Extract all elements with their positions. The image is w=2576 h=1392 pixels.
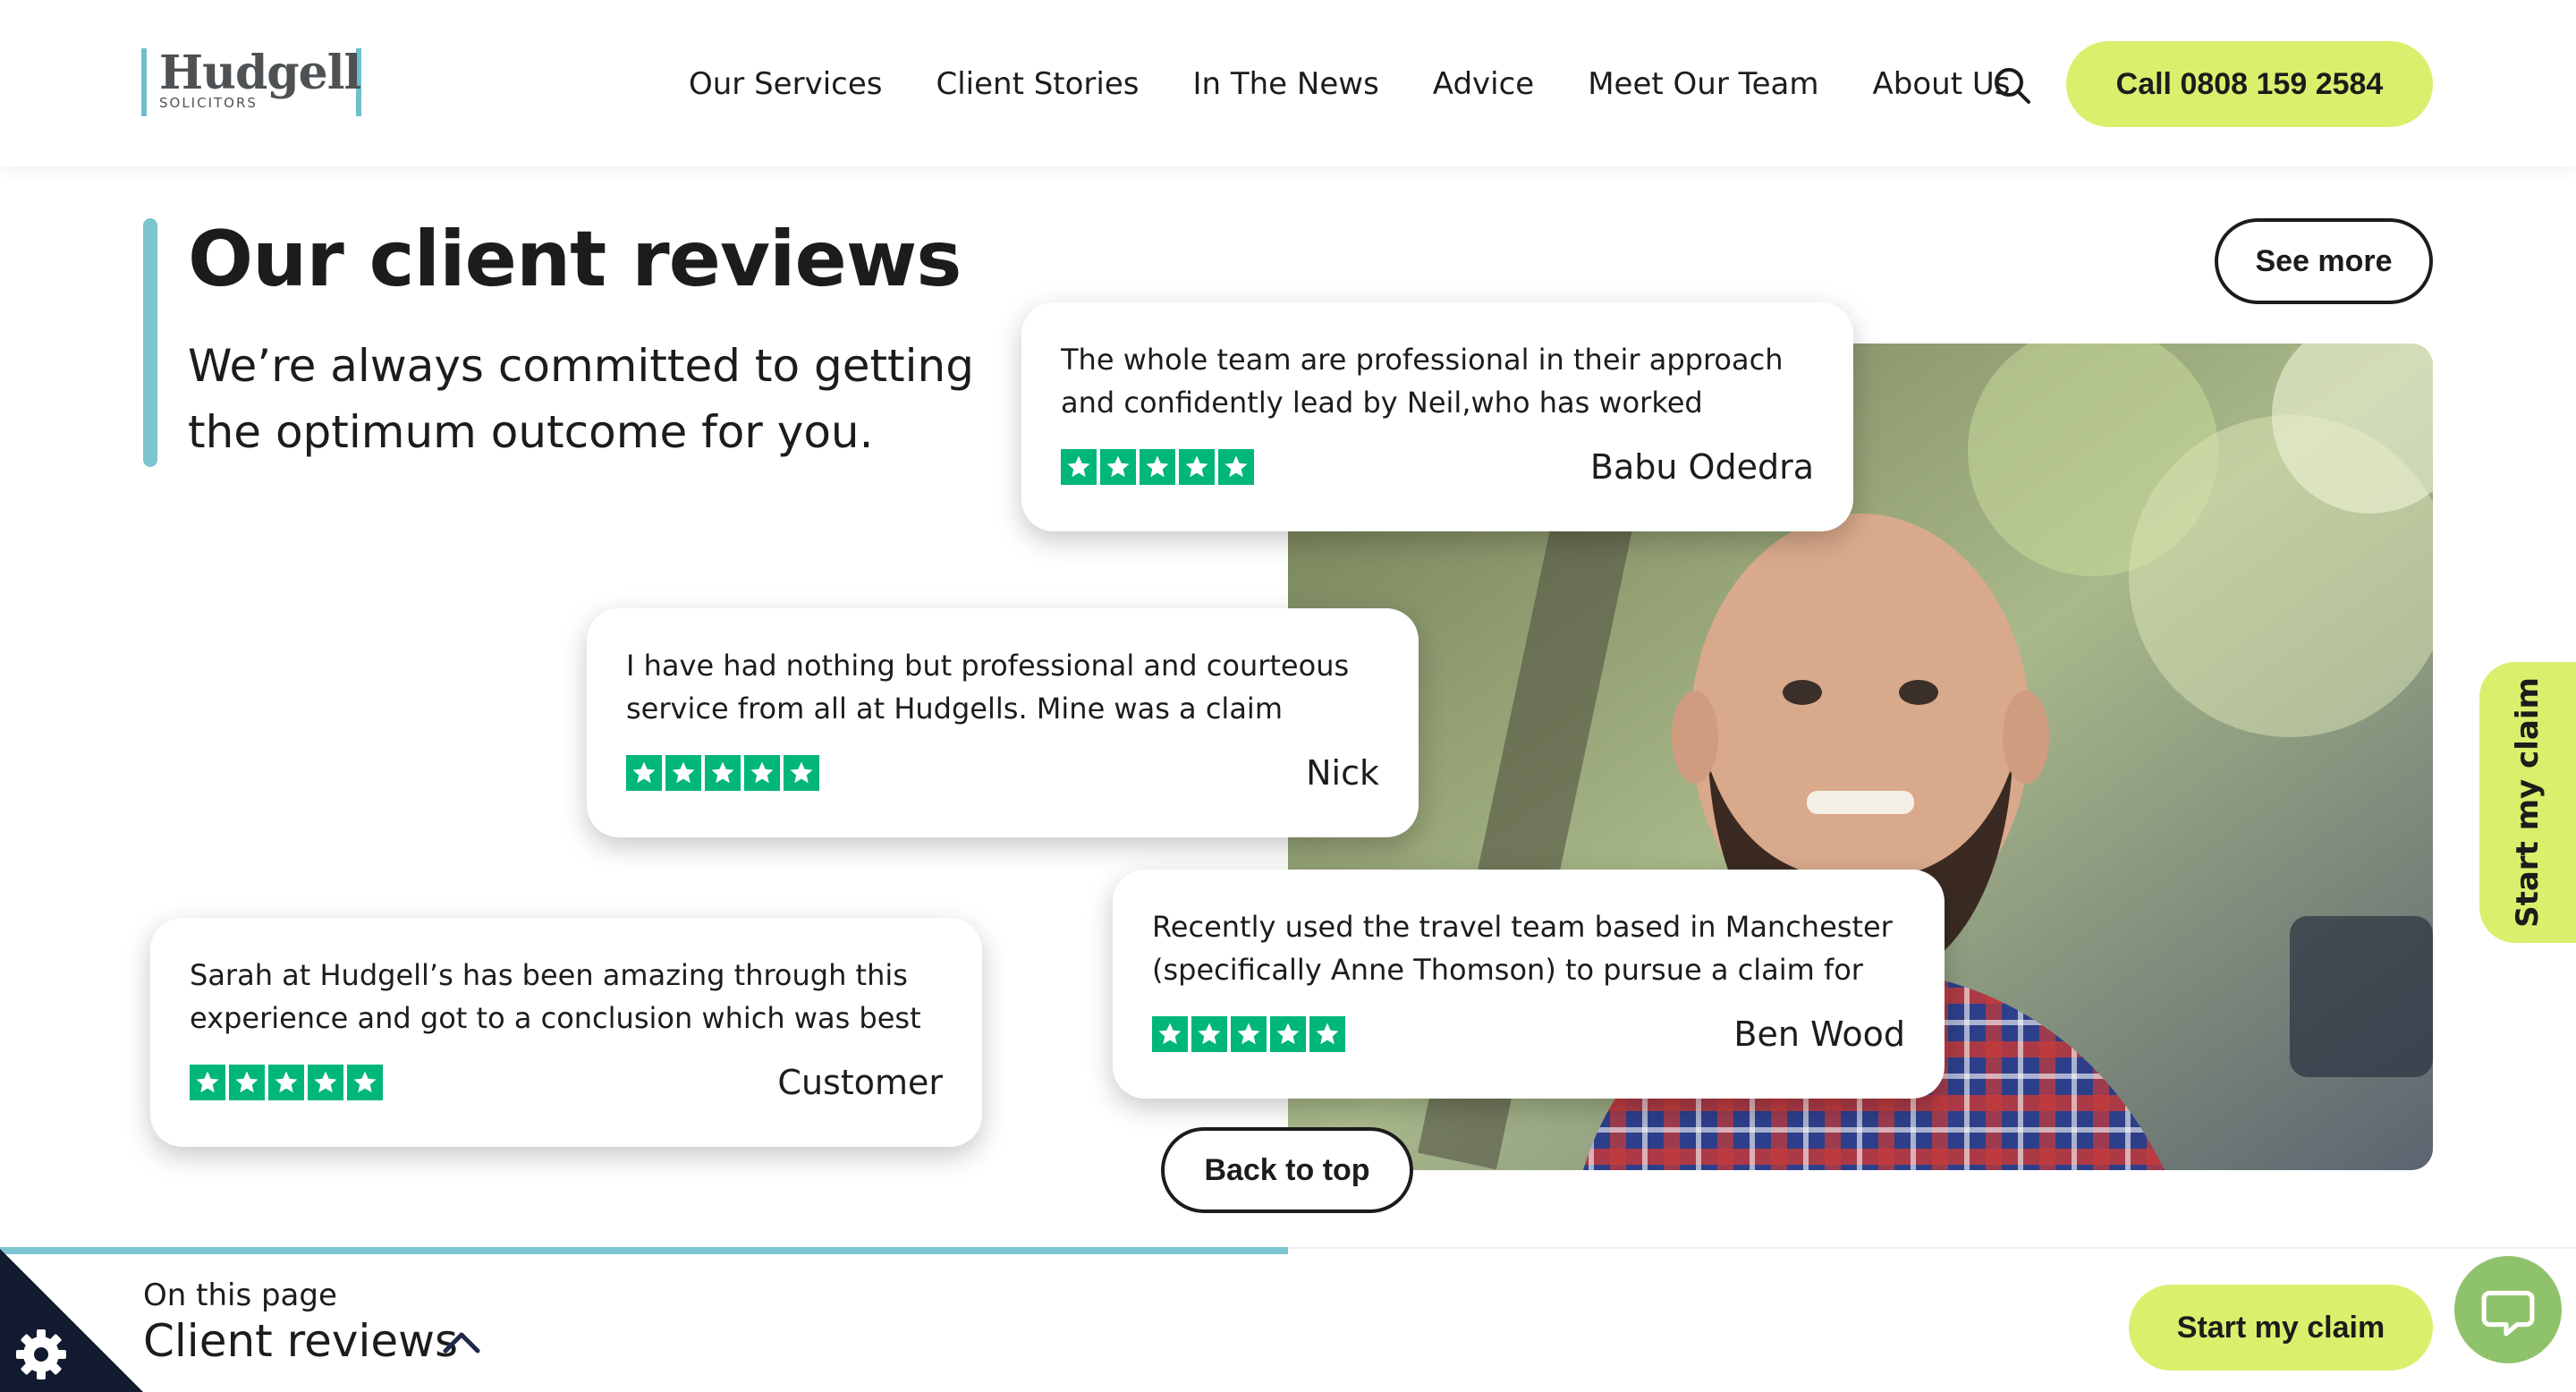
star-icon <box>190 1065 225 1100</box>
star-icon <box>347 1065 383 1100</box>
star-icon <box>665 755 701 791</box>
review-text: Recently used the travel team based in M… <box>1152 910 1893 987</box>
review-card[interactable]: Sarah at Hudgell’s has been amazing thro… <box>150 918 982 1147</box>
star-rating <box>1152 1016 1345 1052</box>
review-text: Sarah at Hudgell’s has been amazing thro… <box>190 958 921 1035</box>
star-icon <box>1309 1016 1345 1052</box>
star-rating <box>190 1065 383 1100</box>
nav-our-services[interactable]: Our Services <box>689 66 882 102</box>
section-title: Our client reviews <box>188 215 962 304</box>
review-author: Customer <box>777 1063 943 1102</box>
review-author: Nick <box>1306 753 1379 793</box>
star-icon <box>268 1065 304 1100</box>
page-progress-bar <box>0 1247 1288 1254</box>
star-icon <box>626 755 662 791</box>
current-section-selector[interactable]: Client reviews <box>143 1315 458 1367</box>
main-nav: Our Services Client Stories In The News … <box>689 63 2010 106</box>
hudgell-logo[interactable]: Hudgell SOLICITORS <box>141 48 361 116</box>
site-header: Hudgell SOLICITORS Our Services Client S… <box>0 0 2576 166</box>
chat-icon[interactable] <box>2454 1256 2562 1363</box>
star-icon <box>1231 1016 1267 1052</box>
review-author: Babu Odedra <box>1589 447 1814 487</box>
star-icon <box>229 1065 265 1100</box>
nav-advice[interactable]: Advice <box>1433 66 1534 102</box>
call-button[interactable]: Call 0808 159 2584 <box>2066 41 2433 127</box>
logo-name: Hudgell <box>159 46 361 100</box>
back-to-top-button[interactable]: Back to top <box>1161 1127 1413 1213</box>
star-icon <box>1100 449 1136 485</box>
star-icon <box>1191 1016 1227 1052</box>
chevron-up-icon[interactable] <box>442 1328 481 1354</box>
section-subtitle: We’re always committed to getting the op… <box>188 340 974 458</box>
search-icon[interactable] <box>1993 66 2032 106</box>
cookie-gear-icon[interactable] <box>0 1249 143 1392</box>
star-icon <box>1140 449 1175 485</box>
start-my-claim-side-tab[interactable]: Start my claim <box>2479 662 2576 943</box>
star-icon <box>1270 1016 1306 1052</box>
side-tab-label: Start my claim <box>2510 677 2546 928</box>
star-icon <box>1152 1016 1188 1052</box>
nav-client-stories[interactable]: Client Stories <box>936 66 1139 102</box>
star-icon <box>1218 449 1254 485</box>
review-text: The whole team are professional in their… <box>1061 343 1784 420</box>
star-rating <box>626 755 819 791</box>
review-text: I have had nothing but professional and … <box>626 649 1350 726</box>
star-icon <box>308 1065 343 1100</box>
star-icon <box>784 755 819 791</box>
review-card[interactable]: I have had nothing but professional and … <box>587 608 1419 837</box>
heading-accent-bar <box>143 218 157 467</box>
nav-meet-our-team[interactable]: Meet Our Team <box>1588 66 1818 102</box>
review-author: Ben Wood <box>1733 1014 1905 1054</box>
star-rating <box>1061 449 1254 485</box>
nav-about-us[interactable]: About Us <box>1873 66 2011 102</box>
review-card[interactable]: The whole team are professional in their… <box>1021 302 1853 531</box>
review-card[interactable]: Recently used the travel team based in M… <box>1113 870 1945 1099</box>
star-icon <box>1061 449 1097 485</box>
see-more-button[interactable]: See more <box>2215 218 2433 304</box>
star-icon <box>1179 449 1215 485</box>
start-my-claim-button[interactable]: Start my claim <box>2129 1285 2433 1371</box>
nav-in-the-news[interactable]: In The News <box>1192 66 1378 102</box>
star-icon <box>744 755 780 791</box>
on-this-page-label: On this page <box>143 1277 337 1313</box>
star-icon <box>705 755 741 791</box>
